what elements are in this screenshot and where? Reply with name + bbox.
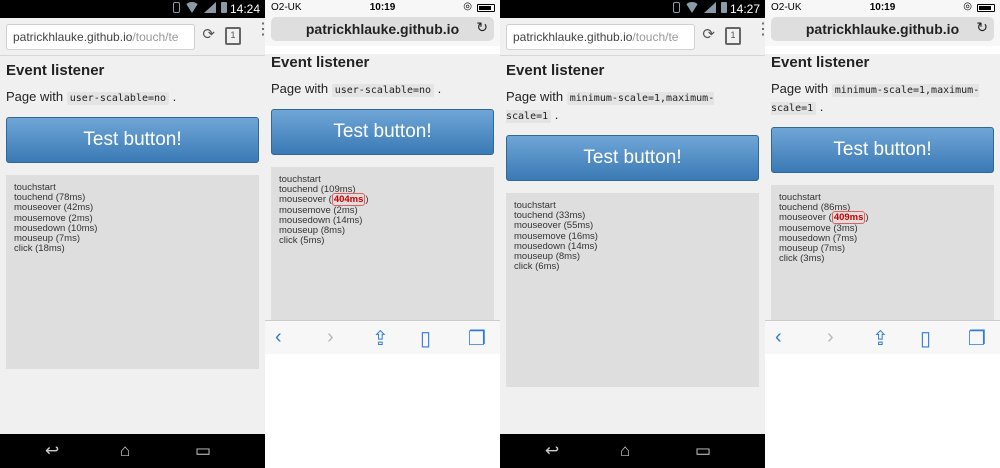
status-bar: 14:27 [500,0,765,18]
wifi-icon [685,2,699,13]
back-icon[interactable]: ‹ [775,326,782,349]
lock-icon: ◎ [463,1,472,12]
page-description: Page with minimum-scale=1,maximum-scale=… [506,89,715,123]
page-heading: Event listener [6,62,105,79]
reload-icon[interactable]: ⟳ [202,25,215,43]
url-path: /touch/te [632,30,679,44]
reload-icon[interactable]: ⟳ [702,25,715,43]
menu-icon[interactable]: ⋮ [755,22,765,45]
url-bar[interactable]: patrickhlauke.github.io/touch/te [6,24,195,50]
log-event-time: (5ms) [300,235,325,247]
page-description: Page with user-scalable=no . [6,89,177,105]
viewport-code: user-scalable=no [66,92,170,105]
log-event-time: (18ms) [35,243,65,255]
page-content: Event listener Page with minimum-scale=1… [500,62,765,387]
page-heading: Event listener [271,54,370,71]
safari-toolbar: ‹ › ⇪ ▯ ❐ [765,320,1000,354]
lock-icon: ◎ [963,1,972,12]
status-bar: O2-UK 10:19 ◎ [265,0,500,16]
battery-icon [477,4,495,12]
page-description: Page with minimum-scale=1,maximum-scale=… [771,81,980,115]
ios-panel-1: O2-UK 10:19 ◎ patrickhlauke.github.io ↻ … [265,0,500,468]
test-button[interactable]: Test button! [6,117,259,163]
url-host: patrickhlauke.github.io [513,30,633,44]
url-bar[interactable]: patrickhlauke.github.io/touch/te [506,24,695,50]
android-nav-bar: ↩ ⌂ ▭ [500,434,765,468]
status-bar: 14:24 [0,0,265,18]
test-button[interactable]: Test button! [771,127,994,173]
back-arrow-icon[interactable]: ↩ [45,441,59,461]
page-description: Page with user-scalable=no . [271,81,442,97]
page-content: Event listener Page with minimum-scale=1… [765,54,1000,327]
safari-toolbar: ‹ › ⇪ ▯ ❐ [265,320,500,354]
tabs-icon[interactable]: ❐ [968,326,986,351]
back-icon[interactable]: ‹ [275,326,282,349]
wifi-icon [185,2,199,13]
url-host: patrickhlauke.github.io [305,21,460,37]
event-log: touchstart touchend (33ms) mouseover (55ms… [506,193,759,387]
url-field[interactable]: patrickhlauke.github.io [271,17,494,41]
address-bar: patrickhlauke.github.io ↻ [265,16,500,46]
log-event-time: (6ms) [535,261,560,273]
bookmarks-icon[interactable]: ▯ [420,326,431,351]
status-bar: O2-UK 10:19 ◎ [765,0,1000,16]
page-heading: Event listener [506,62,605,79]
signal-icon [704,2,716,13]
event-log: touchstart touchend (86ms) mouseover (409m… [771,185,994,327]
forward-icon[interactable]: › [327,326,334,349]
menu-icon[interactable]: ⋮ [255,22,265,45]
page-content: Event listener Page with user-scalable=n… [0,62,265,369]
log-event-time: (3ms) [800,253,825,265]
test-button[interactable]: Test button! [271,109,494,155]
forward-icon[interactable]: › [827,326,834,349]
url-field[interactable]: patrickhlauke.github.io [771,17,994,41]
page-content: Event listener Page with user-scalable=n… [265,54,500,327]
address-bar: patrickhlauke.github.io ↻ [765,16,1000,46]
log-event-name: click [779,253,798,265]
event-log: touchstart touchend (78ms) mouseover (42ms… [6,175,259,369]
log-entry: click (3ms) [779,254,986,264]
tab-switcher-icon[interactable]: 1 [225,27,241,45]
log-entry: click (5ms) [279,236,486,246]
ios-panel-2: O2-UK 10:19 ◎ patrickhlauke.github.io ↻ … [765,0,1000,468]
recent-apps-icon[interactable]: ▭ [195,441,211,461]
page-heading: Event listener [771,54,870,71]
android-nav-bar: ↩ ⌂ ▭ [0,434,265,468]
browser-toolbar: patrickhlauke.github.io/touch/te ⟳ 1 ⋮ [0,18,265,56]
signal-icon [204,2,216,13]
url-host: patrickhlauke.github.io [805,21,960,37]
log-event-name: click [279,235,298,247]
log-entry: click (6ms) [514,262,751,272]
bluetooth-icon [673,2,680,13]
back-arrow-icon[interactable]: ↩ [545,441,559,461]
status-time: 14:27 [729,2,760,16]
test-button[interactable]: Test button! [506,135,759,181]
bluetooth-icon [173,2,180,13]
home-icon[interactable]: ⌂ [120,441,130,461]
battery-icon [221,2,227,13]
recent-apps-icon[interactable]: ▭ [695,441,711,461]
browser-toolbar: patrickhlauke.github.io/touch/te ⟳ 1 ⋮ [500,18,765,56]
url-host: patrickhlauke.github.io [13,30,133,44]
tab-switcher-icon[interactable]: 1 [725,27,741,45]
android-panel-1: 14:24 patrickhlauke.github.io/touch/te ⟳… [0,0,265,468]
log-event-name: click [514,261,533,273]
log-event-name: click [14,243,33,255]
reload-icon[interactable]: ↻ [476,19,488,36]
url-path: /touch/te [132,30,179,44]
status-time: 14:24 [229,2,260,16]
share-icon[interactable]: ⇪ [872,326,889,351]
event-log: touchstart touchend (109ms) mouseover (404… [271,167,494,327]
reload-icon[interactable]: ↻ [976,19,988,36]
bookmarks-icon[interactable]: ▯ [920,326,931,351]
battery-icon [721,2,727,13]
tabs-icon[interactable]: ❐ [468,326,486,351]
android-panel-2: 14:27 patrickhlauke.github.io/touch/te ⟳… [500,0,765,468]
share-icon[interactable]: ⇪ [372,326,389,351]
battery-icon [977,4,995,12]
viewport-code: user-scalable=no [331,84,435,97]
log-entry: click (18ms) [14,244,251,254]
home-icon[interactable]: ⌂ [620,441,630,461]
